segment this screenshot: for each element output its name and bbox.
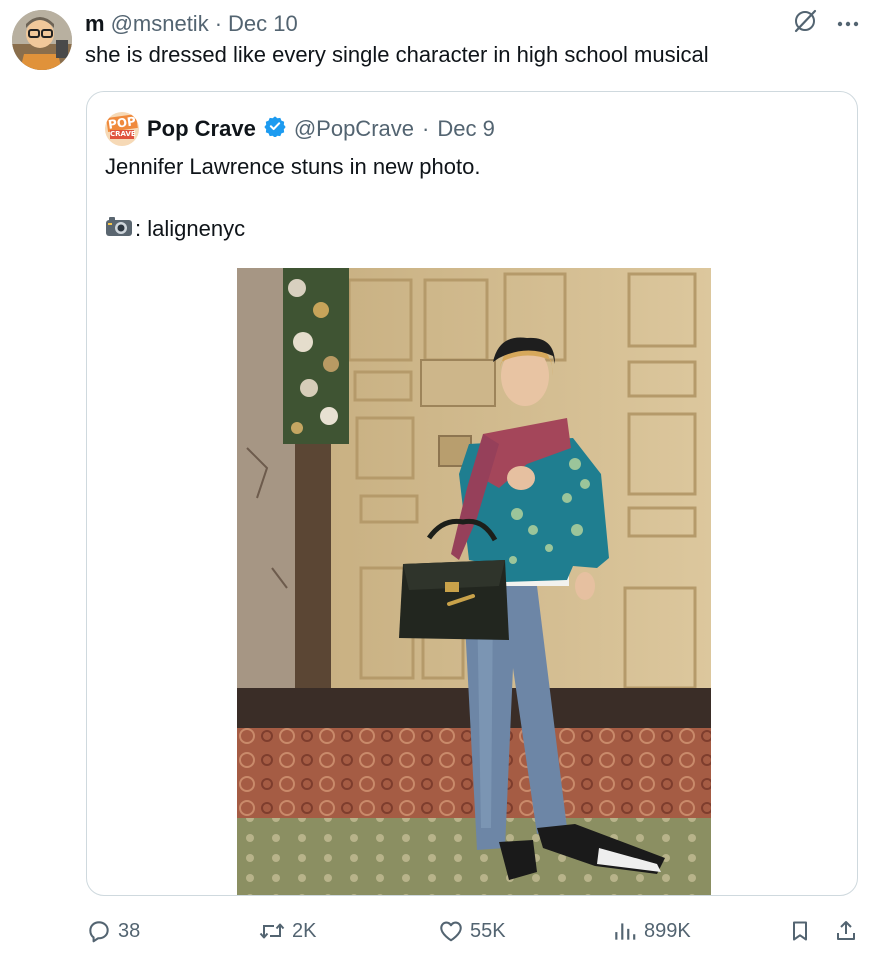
- share-button[interactable]: [834, 918, 858, 944]
- pop-crave-avatar[interactable]: POP CRAVE: [105, 112, 139, 146]
- tweet-text: she is dressed like every single charact…: [85, 42, 709, 67]
- more-icon[interactable]: [836, 15, 860, 33]
- bookmark-button[interactable]: [788, 918, 812, 944]
- photo-credit: : lalignenyc: [105, 214, 245, 244]
- repost-button[interactable]: 2K: [258, 918, 316, 944]
- tweet-header: m @msnetik · Dec 10: [85, 10, 298, 38]
- like-button[interactable]: 55K: [438, 918, 506, 944]
- header-separator: ·: [214, 11, 223, 36]
- quoted-author-handle[interactable]: @PopCrave: [294, 116, 414, 142]
- reply-count: 38: [118, 919, 141, 942]
- quoted-photo[interactable]: [237, 268, 711, 895]
- quoted-tweet-header: POP CRAVE Pop Crave @PopCrave · Dec 9: [105, 112, 495, 146]
- quoted-tweet-card[interactable]: POP CRAVE Pop Crave @PopCrave · Dec 9 Je…: [86, 91, 858, 896]
- author-name[interactable]: m: [85, 11, 105, 37]
- author-handle[interactable]: @msnetik: [111, 11, 209, 37]
- bookmark-icon: [788, 918, 812, 944]
- quoted-author-name[interactable]: Pop Crave: [147, 116, 256, 142]
- quoted-date[interactable]: Dec 9: [437, 116, 494, 142]
- quoted-tweet-text: Jennifer Lawrence stuns in new photo.: [105, 154, 481, 179]
- verified-icon: [264, 115, 286, 143]
- share-icon: [834, 918, 858, 944]
- views-icon: [612, 918, 638, 944]
- like-icon: [438, 918, 464, 944]
- tweet-action-bar: 38 2K 55K 899K: [0, 912, 880, 952]
- views-count: 899K: [644, 919, 691, 942]
- reply-icon: [86, 918, 112, 944]
- tweet-date[interactable]: Dec 10: [228, 11, 298, 37]
- views-button[interactable]: 899K: [612, 918, 691, 944]
- like-count: 55K: [470, 919, 506, 942]
- pop-crave-logo-bottom: CRAVE: [110, 130, 136, 139]
- grok-icon[interactable]: [792, 8, 818, 39]
- repost-count: 2K: [292, 919, 317, 942]
- author-avatar[interactable]: [12, 10, 72, 70]
- tweet-top-actions: [792, 8, 860, 39]
- repost-icon: [258, 918, 286, 944]
- quoted-separator: ·: [422, 116, 430, 141]
- camera-icon: [105, 214, 133, 244]
- reply-button[interactable]: 38: [86, 918, 140, 944]
- photo-credit-text: : lalignenyc: [135, 216, 246, 241]
